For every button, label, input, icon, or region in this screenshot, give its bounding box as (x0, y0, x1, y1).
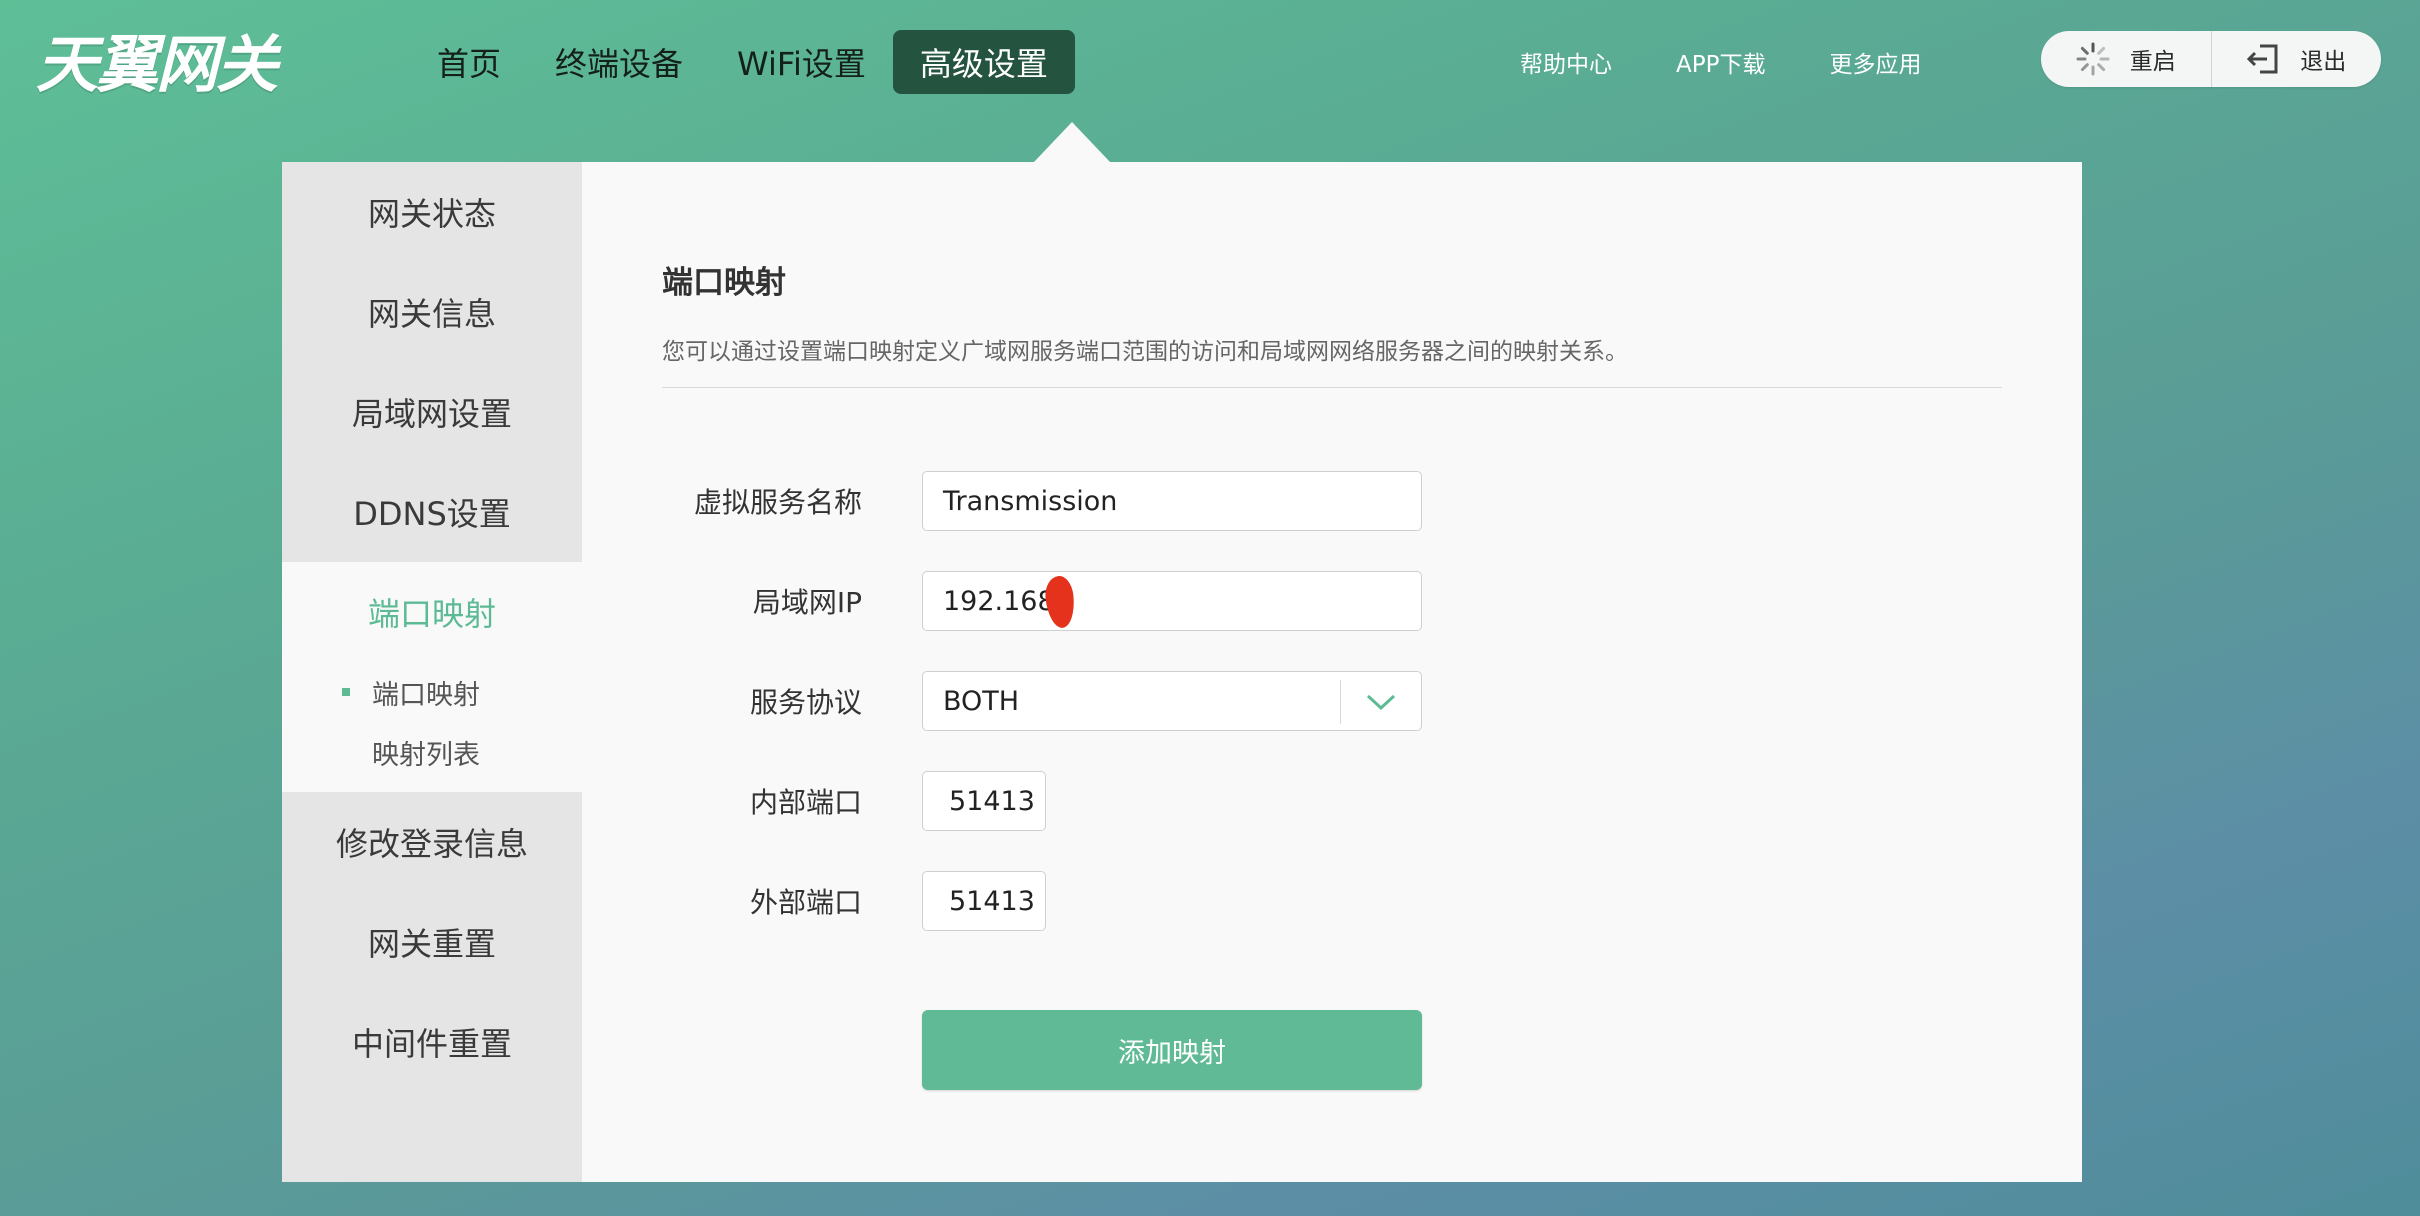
brand-logo[interactable]: 天翼网关 (36, 22, 278, 101)
restart-spinner-icon (2076, 42, 2110, 76)
logout-icon (2247, 44, 2278, 74)
nav-home[interactable]: 首页 (410, 30, 528, 94)
external-port-input[interactable]: 51413 (922, 871, 1046, 931)
lan-ip-label: 局域网IP (752, 586, 862, 619)
internal-port-label: 内部端口 (749, 786, 862, 819)
restart-label: 重启 (2129, 49, 2176, 75)
internal-port-value: 51413 (949, 785, 1035, 817)
protocol-label: 服务协议 (749, 686, 862, 719)
sidebar-subitem-mapping-list[interactable]: 映射列表 (282, 722, 582, 782)
nav-devices[interactable]: 终端设备 (528, 30, 710, 94)
sidebar-item-ddns-settings[interactable]: DDNS设置 (282, 462, 582, 562)
content-area: 端口映射 您可以通过设置端口映射定义广域网服务端口范围的访问和局域网网络服务器之… (662, 162, 2002, 1182)
sidebar-item-lan-settings[interactable]: 局域网设置 (282, 362, 582, 462)
active-dot-icon (342, 688, 350, 696)
redaction-mark (1043, 574, 1077, 630)
service-name-input[interactable]: Transmission (922, 471, 1422, 531)
logo-text: 天翼网关 (36, 28, 278, 101)
page-title: 端口映射 (662, 265, 786, 301)
protocol-value: BOTH (943, 685, 1020, 717)
more-apps-link[interactable]: 更多应用 (1829, 45, 1921, 79)
protocol-select[interactable]: BOTH (922, 671, 1422, 731)
sidebar: 网关状态 网关信息 局域网设置 DDNS设置 端口映射 端口映射 映射列表 修改… (282, 162, 582, 1182)
sidebar-item-gateway-info[interactable]: 网关信息 (282, 262, 582, 362)
nav-advanced-settings[interactable]: 高级设置 (892, 30, 1075, 94)
sidebar-item-port-mapping[interactable]: 端口映射 (282, 562, 582, 662)
sidebar-item-modify-login[interactable]: 修改登录信息 (282, 792, 582, 892)
main-nav: 首页 终端设备 WiFi设置 高级设置 (410, 30, 1075, 94)
form-row-external-port: 外部端口 51413 (662, 870, 1462, 932)
help-center-link[interactable]: 帮助中心 (1520, 45, 1612, 79)
logout-label: 退出 (2300, 49, 2347, 75)
subitem-label: 映射列表 (372, 739, 480, 771)
add-mapping-button[interactable]: 添加映射 (922, 1010, 1422, 1090)
sidebar-item-middleware-reset[interactable]: 中间件重置 (282, 992, 582, 1092)
nav-wifi-settings[interactable]: WiFi设置 (710, 30, 893, 94)
external-port-label: 外部端口 (749, 886, 862, 919)
title-divider (662, 387, 2002, 388)
lan-ip-input[interactable]: 192.168. (922, 571, 1422, 631)
page-description: 您可以通过设置端口映射定义广域网服务端口范围的访问和局域网网络服务器之间的映射关… (662, 339, 1628, 365)
sidebar-item-gateway-status[interactable]: 网关状态 (282, 162, 582, 262)
sidebar-subitem-port-mapping[interactable]: 端口映射 (282, 662, 582, 722)
service-name-value: Transmission (943, 485, 1118, 517)
select-divider (1340, 680, 1341, 724)
restart-button[interactable]: 重启 (2041, 31, 2211, 87)
header-actions: 重启 退出 (2041, 31, 2381, 87)
app-download-link[interactable]: APP下载 (1676, 45, 1765, 79)
form-row-protocol: 服务协议 BOTH (662, 670, 1462, 732)
form-row-internal-port: 内部端口 51413 (662, 770, 1462, 832)
form-row-lan-ip: 局域网IP 192.168. (662, 570, 1462, 632)
header-links: 帮助中心 APP下载 更多应用 (1520, 42, 1985, 82)
nav-active-pointer (1034, 122, 1110, 162)
external-port-value: 51413 (949, 885, 1035, 917)
chevron-down-icon (1366, 694, 1396, 711)
subitem-label: 端口映射 (372, 679, 480, 711)
service-name-label: 虚拟服务名称 (693, 486, 862, 519)
sidebar-group-port-mapping: 端口映射 端口映射 映射列表 (282, 562, 582, 792)
internal-port-input[interactable]: 51413 (922, 771, 1046, 831)
main-panel: 网关状态 网关信息 局域网设置 DDNS设置 端口映射 端口映射 映射列表 修改… (282, 162, 2082, 1182)
sidebar-item-gateway-reset[interactable]: 网关重置 (282, 892, 582, 992)
form-row-service-name: 虚拟服务名称 Transmission (662, 470, 1462, 532)
logout-button[interactable]: 退出 (2212, 31, 2382, 87)
